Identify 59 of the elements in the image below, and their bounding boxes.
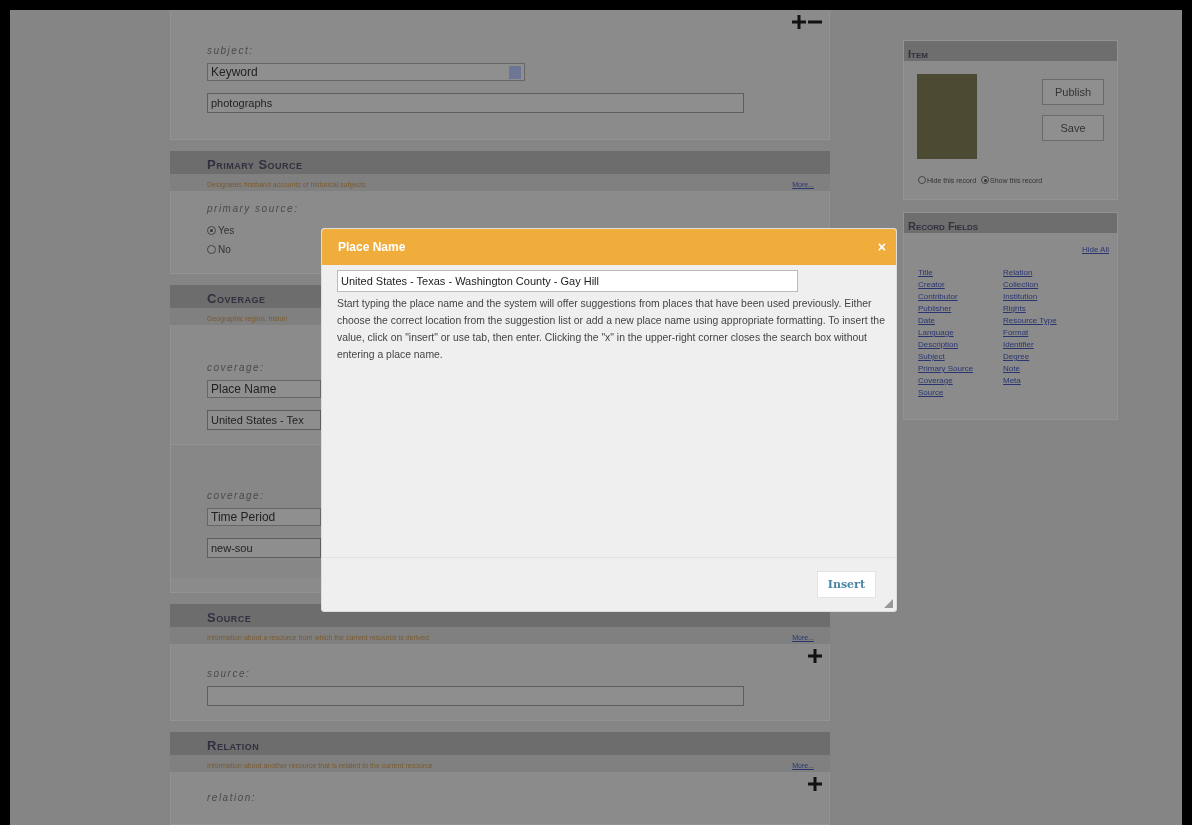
field-label: relation: <box>207 792 258 803</box>
field-link[interactable]: Meta <box>1003 375 1088 387</box>
field-link[interactable]: Date <box>918 315 1003 327</box>
field-link[interactable]: Publisher <box>918 303 1003 315</box>
hide-all-link[interactable]: Hide All <box>1081 245 1109 254</box>
select-field[interactable]: Place Name <box>207 380 321 398</box>
close-button[interactable]: × <box>875 239 888 255</box>
section-title: Source <box>207 610 252 625</box>
radio-button[interactable] <box>981 176 990 184</box>
field-link[interactable]: Creator <box>918 279 1003 291</box>
dialog-title: Place Name <box>338 240 406 254</box>
field-label: source: <box>207 668 252 679</box>
field-label: coverage: <box>207 490 266 501</box>
action-button[interactable]: Save <box>1042 115 1104 141</box>
radio-label: Yes <box>218 225 235 236</box>
add-icon[interactable] <box>807 776 823 792</box>
radio-button[interactable] <box>918 176 926 184</box>
field-link[interactable]: Resource Type <box>1003 315 1088 327</box>
place-name-input[interactable]: United States - Texas - Washington County - Gay Hill <box>337 270 798 292</box>
field-link[interactable]: Institution <box>1003 291 1088 303</box>
field-link[interactable]: Language <box>918 327 1003 339</box>
field-label: primary source: <box>207 203 300 214</box>
field-link[interactable]: Coverage <box>918 375 1003 387</box>
field-label: subject: <box>207 45 255 56</box>
input-field[interactable]: new-sou <box>207 538 321 558</box>
field-link[interactable]: Title <box>918 267 1003 279</box>
field-link[interactable]: Subject <box>918 351 1003 363</box>
field-link[interactable]: Source <box>918 387 1003 399</box>
resize-grip-icon[interactable] <box>884 599 893 608</box>
caret-icon <box>509 65 521 79</box>
insert-button[interactable]: Insert <box>816 571 876 598</box>
radio-button[interactable] <box>207 245 216 254</box>
add-icon[interactable] <box>807 648 823 664</box>
help-text: Start typing the place name and the system will offer suggestions from places that have been used previously. Either choose the correct location from the suggestion list or add a new place name using appropriate formatting. To insert the value, click on "insert" or use tab, then enter. Clicking the "x" in the upper-right corner closes the search box without entering a place name. <box>337 297 886 362</box>
radio-label: No <box>218 244 231 255</box>
input-field[interactable]: photographs <box>207 93 744 113</box>
field-link[interactable]: Primary Source <box>918 363 1003 375</box>
panel-title: Item <box>908 48 928 60</box>
field-link[interactable]: Degree <box>1003 351 1088 363</box>
panel-title: Record Fields <box>908 220 979 232</box>
input-field[interactable]: United States - Tex <box>207 410 321 430</box>
field-link[interactable]: Contributor <box>918 291 1003 303</box>
section-title: Primary Source <box>207 157 303 172</box>
field-link[interactable]: Identifier <box>1003 339 1088 351</box>
add-icon[interactable] <box>791 14 807 30</box>
field-link[interactable]: Note <box>1003 363 1088 375</box>
field-link[interactable]: Rights <box>1003 303 1088 315</box>
select-field[interactable]: Time Period <box>207 508 321 526</box>
field-link[interactable]: Format <box>1003 327 1088 339</box>
field-link[interactable]: Collection <box>1003 279 1088 291</box>
section-title: Coverage <box>207 291 266 306</box>
section-title: Relation <box>207 738 260 753</box>
field-link[interactable]: Description <box>918 339 1003 351</box>
field-link[interactable]: Relation <box>1003 267 1088 279</box>
field-label: coverage: <box>207 362 266 373</box>
select-field[interactable]: Keyword <box>207 63 525 81</box>
radio-button[interactable] <box>207 226 216 235</box>
input-field[interactable] <box>207 686 744 706</box>
action-button[interactable]: Publish <box>1042 79 1104 105</box>
